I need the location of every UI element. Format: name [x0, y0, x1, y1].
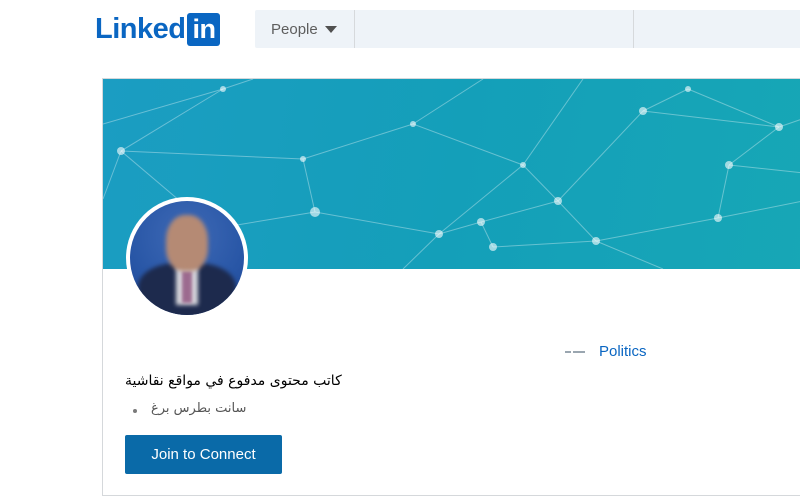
logo-wordmark: Linked: [95, 13, 186, 45]
avatar-tie: [182, 271, 192, 303]
profile-card: Politics كاتب محتوى مدفوع في مواقع نقاشي…: [102, 78, 800, 496]
avatar-face: [166, 215, 208, 271]
people-search-bar: People: [255, 10, 800, 48]
last-name-input[interactable]: [634, 10, 800, 48]
first-name-input[interactable]: [355, 10, 633, 48]
linkedin-logo[interactable]: Linked in: [95, 12, 221, 46]
industry-icon: [565, 345, 589, 359]
profile-headline: كاتب محتوى مدفوع في مواقع نقاشية: [125, 373, 342, 389]
logo-in-box: in: [187, 12, 221, 46]
avatar-photo: [130, 201, 244, 315]
avatar: [126, 197, 248, 319]
caret-down-icon: [324, 25, 337, 33]
profile-location: سانت بطرس برغ: [151, 401, 247, 416]
search-type-dropdown[interactable]: People: [255, 10, 354, 48]
search-type-label: People: [271, 20, 318, 38]
industry-label: Politics: [599, 343, 647, 360]
industry-link[interactable]: Politics: [565, 343, 647, 360]
location-dot: [133, 409, 137, 413]
join-to-connect-button[interactable]: Join to Connect: [125, 435, 282, 474]
